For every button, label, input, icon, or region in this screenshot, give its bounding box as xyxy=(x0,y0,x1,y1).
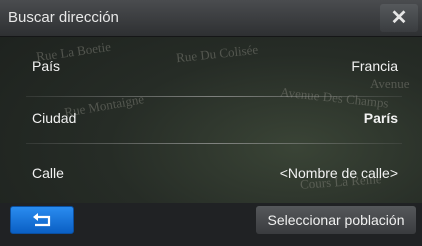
back-arrow-icon xyxy=(33,213,51,227)
city-label: Ciudad xyxy=(32,110,77,126)
bottom-toolbar: Seleccionar población xyxy=(0,203,422,246)
street-row[interactable]: Calle <Nombre de calle> xyxy=(26,143,402,203)
close-icon: ✕ xyxy=(390,7,408,29)
street-label: Calle xyxy=(32,165,64,181)
city-row[interactable]: Ciudad París xyxy=(26,88,402,148)
street-value: <Nombre de calle> xyxy=(279,165,398,181)
address-search-screen: Rue La Boetie Rue Du Colisée Rue Montaig… xyxy=(0,0,422,246)
back-button[interactable] xyxy=(10,206,74,234)
country-row[interactable]: País Francia xyxy=(26,36,402,96)
country-value: Francia xyxy=(351,58,398,74)
title-bar: Buscar dirección ✕ xyxy=(0,0,422,37)
select-town-button[interactable]: Seleccionar población xyxy=(256,206,416,234)
close-button[interactable]: ✕ xyxy=(380,4,418,32)
city-value: París xyxy=(363,110,398,126)
page-title: Buscar dirección xyxy=(8,9,119,26)
country-label: País xyxy=(32,58,61,74)
